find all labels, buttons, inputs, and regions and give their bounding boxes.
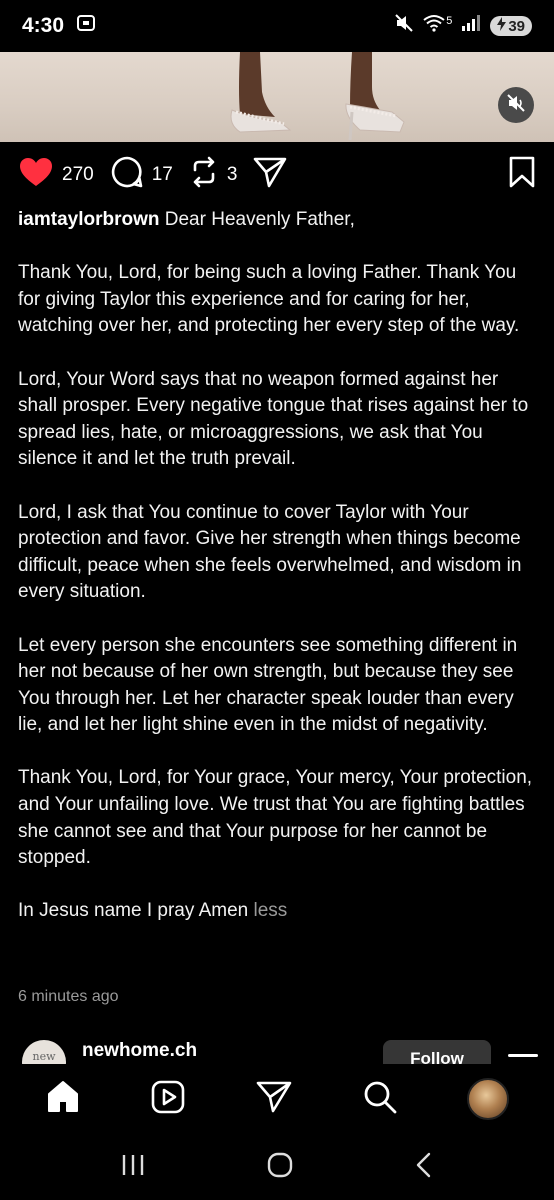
profile-avatar[interactable]: [467, 1078, 510, 1120]
caption-paragraph: Thank You, Lord, for being such a loving…: [18, 262, 520, 337]
network-label: 5: [446, 15, 453, 27]
repost-action[interactable]: 3: [189, 156, 238, 194]
status-time: 4:30: [22, 14, 65, 37]
caption-paragraph: Lord, Your Word says that no weapon form…: [18, 368, 529, 470]
next-post-avatar[interactable]: new: [22, 1040, 66, 1064]
status-left: 4:30: [22, 13, 96, 39]
more-options-icon[interactable]: [508, 1054, 538, 1057]
caption-closing: In Jesus name I pray Amen: [18, 900, 249, 922]
post-media[interactable]: [0, 52, 554, 142]
status-bar: 4:30 5 39: [0, 0, 554, 52]
caption-paragraph: Let every person she encounters see some…: [18, 634, 518, 736]
battery-indicator: 39: [490, 16, 532, 36]
mute-button[interactable]: [498, 87, 534, 123]
next-post-header: new newhome.ch Follow: [0, 1034, 554, 1064]
battery-level: 39: [508, 17, 525, 35]
reels-icon[interactable]: [150, 1079, 186, 1120]
recent-apps-icon[interactable]: [120, 1153, 146, 1182]
caption-paragraph: Lord, I ask that You continue to cover T…: [18, 501, 522, 603]
follow-button[interactable]: Follow: [383, 1040, 491, 1064]
caption-greeting: Dear Heavenly Father,: [164, 209, 355, 230]
charging-icon: [497, 17, 507, 35]
caption-closing-line: In Jesus name I pray Amen less: [18, 898, 538, 925]
system-nav: [0, 1134, 554, 1200]
caption-username[interactable]: iamtaylorbrown: [18, 209, 159, 230]
signal-icon: [461, 14, 481, 38]
search-icon[interactable]: [362, 1079, 398, 1120]
less-link[interactable]: less: [254, 900, 288, 921]
home-button-icon[interactable]: [267, 1152, 293, 1183]
bottom-nav: [0, 1064, 554, 1134]
home-icon[interactable]: [45, 1079, 81, 1120]
heart-icon[interactable]: [18, 156, 54, 194]
repost-icon[interactable]: [189, 156, 219, 194]
mute-status-icon: [394, 13, 414, 39]
like-action[interactable]: 270: [18, 156, 94, 194]
send-icon[interactable]: [253, 156, 287, 194]
caption-first-line: iamtaylorbrown Dear Heavenly Father,: [18, 207, 538, 234]
status-right: 5 39: [394, 13, 532, 39]
share-action[interactable]: [253, 156, 287, 194]
wifi-icon: [423, 14, 445, 38]
comment-icon[interactable]: [110, 155, 144, 195]
like-count: 270: [62, 164, 94, 185]
bookmark-icon[interactable]: [508, 156, 536, 194]
comment-count: 17: [151, 164, 173, 185]
repost-count: 3: [226, 164, 238, 185]
caption-paragraph: Thank You, Lord, for Your grace, Your me…: [18, 767, 533, 869]
post-caption: iamtaylorbrown Dear Heavenly Father, Tha…: [18, 207, 538, 925]
shoes-image: [230, 52, 405, 141]
comment-action[interactable]: 17: [110, 155, 173, 195]
speaker-muted-icon: [506, 93, 526, 118]
post-timestamp: 6 minutes ago: [18, 988, 119, 1005]
post-actions: 270 17 3: [0, 152, 554, 198]
send-icon[interactable]: [256, 1080, 292, 1119]
screenshot-icon: [76, 13, 96, 39]
back-icon[interactable]: [414, 1152, 434, 1183]
next-post-username[interactable]: newhome.ch: [82, 1040, 197, 1062]
